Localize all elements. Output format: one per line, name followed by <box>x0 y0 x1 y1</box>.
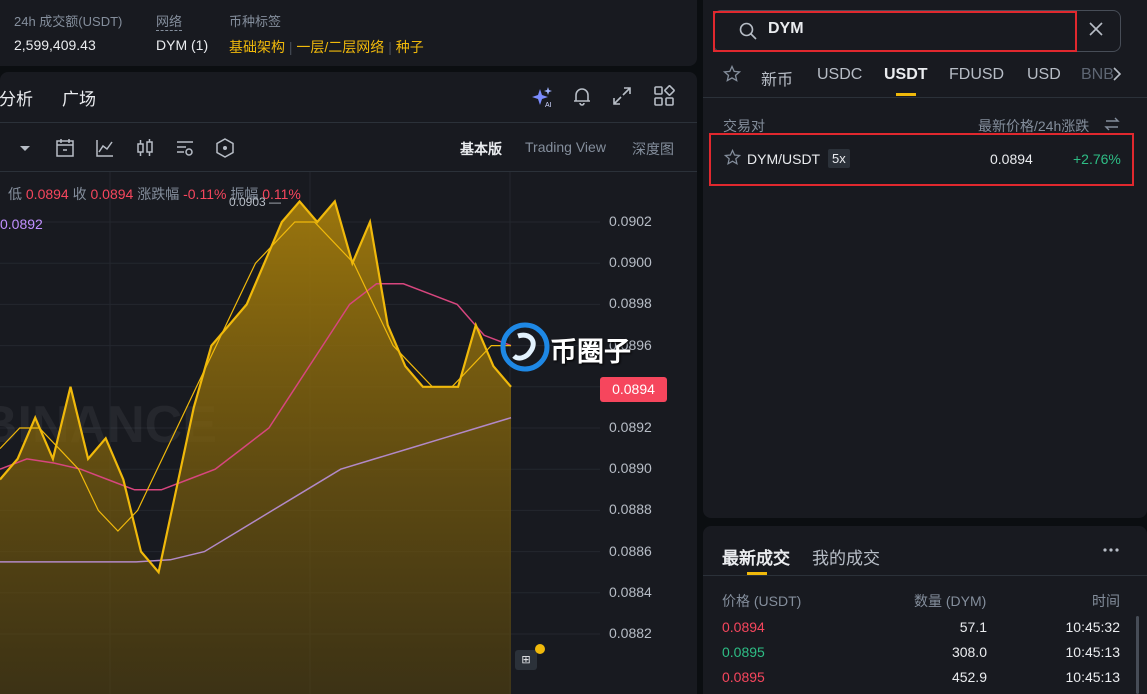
price-axis-tick: 0.0890 <box>609 460 652 477</box>
ai-sparkle-icon[interactable]: AI <box>532 86 554 108</box>
tag-list: 基础架构 | 一层/二层网络 | 种子 <box>229 37 424 57</box>
tab-fdusd[interactable]: FDUSD <box>949 66 1004 84</box>
tab-square[interactable]: 广场 <box>62 85 96 110</box>
candlestick-icon[interactable] <box>134 137 156 159</box>
bqz-logo: 币圈子 <box>500 322 660 372</box>
indicator-line-icon[interactable] <box>94 137 116 159</box>
current-price-tag: 0.0894 <box>600 377 667 402</box>
expand-icon[interactable] <box>612 86 632 106</box>
network-value[interactable]: DYM (1) <box>156 37 208 53</box>
tab-new-listings[interactable]: 新币 <box>761 66 793 90</box>
tag-link[interactable]: 一层/二层网络 <box>296 39 384 55</box>
time-header: 时间 <box>1092 593 1120 609</box>
market-stats-bar: 24h 成交额(USDT) 2,599,409.43 网络 DYM (1) 币种… <box>0 0 697 66</box>
tab-latest-trades[interactable]: 最新成交 <box>722 544 790 569</box>
divider <box>0 122 697 123</box>
low-label: 低 <box>8 186 22 202</box>
tab-usdt[interactable]: USDT <box>884 66 928 84</box>
price-axis-tick: 0.0902 <box>609 213 652 229</box>
price-area-fill <box>0 201 511 694</box>
more-icon[interactable] <box>1102 546 1120 554</box>
volume-label: 24h 成交额(USDT) <box>14 14 123 29</box>
ma-value: 0.0892 <box>0 216 43 232</box>
favorites-star-icon[interactable] <box>723 65 741 83</box>
price-axis-tick: 0.0886 <box>609 542 652 559</box>
trade-time: 10:45:32 <box>1065 619 1121 635</box>
active-tab-indicator <box>896 93 916 96</box>
price-axis-tick: 0.0898 <box>609 295 652 312</box>
low-value: 0.0894 <box>25 186 69 202</box>
close-icon[interactable] <box>1087 20 1105 38</box>
tags-label: 币种标签 <box>229 14 282 29</box>
trade-amount: 57.1 <box>959 619 987 635</box>
trade-price: 0.0894 <box>722 619 765 635</box>
chart-settings-icon[interactable] <box>174 137 196 159</box>
price-axis-tick: 0.0900 <box>609 254 652 271</box>
change-value: -0.11% <box>183 186 227 202</box>
price-header: 价格 (USDT) <box>722 593 802 609</box>
tab-analysis[interactable]: 分析 <box>0 85 33 110</box>
calendar-icon[interactable] <box>54 137 76 159</box>
tag-link[interactable]: 基础架构 <box>229 39 285 55</box>
network-label[interactable]: 网络 <box>156 11 183 31</box>
event-dot <box>535 644 545 654</box>
tab-usd[interactable]: USD <box>1027 66 1061 84</box>
trade-time: 10:45:13 <box>1065 669 1121 685</box>
tab-usdc[interactable]: USDC <box>817 66 862 84</box>
bqz-logo-text: 币圈子 <box>550 337 631 367</box>
price-axis-tick: 0.0884 <box>609 583 652 600</box>
search-query[interactable]: DYM <box>768 20 804 38</box>
price-axis-tick: 0.0892 <box>609 419 652 435</box>
version-tradingview[interactable]: Trading View <box>525 139 606 155</box>
price-chart[interactable]: BINANCE <box>0 172 600 694</box>
layout-grid-icon[interactable] <box>653 85 675 107</box>
pair-highlight-box <box>709 133 1134 186</box>
tag-separator: | <box>288 39 293 55</box>
high-marker: 0.0903 — <box>229 195 282 209</box>
tag-separator: | <box>388 39 392 55</box>
scrollbar[interactable] <box>1136 616 1139 694</box>
pair-search-panel: DYM 新币 USDC USDT FDUSD USD BNB 交易对 最新价格/… <box>703 0 1147 518</box>
event-marker-icon[interactable]: ⊞ <box>515 650 537 670</box>
hexagon-icon[interactable] <box>214 137 236 159</box>
bell-icon[interactable] <box>572 86 592 106</box>
divider <box>703 97 1147 98</box>
tab-my-trades[interactable]: 我的成交 <box>812 544 880 569</box>
trade-time: 10:45:13 <box>1065 644 1121 660</box>
tab-bnb[interactable]: BNB <box>1081 66 1114 84</box>
price-axis-tick: 0.0882 <box>609 625 652 641</box>
swap-arrows-icon[interactable] <box>1104 116 1120 132</box>
trade-amount: 452.9 <box>951 669 987 685</box>
close-value: 0.0894 <box>90 186 134 202</box>
close-label: 收 <box>72 186 87 202</box>
change-label: 涨跌幅 <box>137 186 180 202</box>
chart-panel: 分析 广场 AI 基本版 Trading View 深度图 BINANCE 低 … <box>0 72 697 694</box>
chevron-down-icon[interactable] <box>14 137 36 159</box>
chevron-right-icon[interactable] <box>1111 66 1123 82</box>
amount-header: 数量 (DYM) <box>914 593 987 609</box>
divider <box>703 575 1147 576</box>
version-basic[interactable]: 基本版 <box>460 139 502 159</box>
trades-panel: 最新成交 我的成交 价格 (USDT) 数量 (DYM) 时间 0.0894 57… <box>703 526 1147 694</box>
price-axis-tick: 0.0888 <box>609 501 652 518</box>
tag-link[interactable]: 种子 <box>396 39 424 55</box>
search-icon <box>739 22 757 40</box>
version-depth[interactable]: 深度图 <box>632 139 674 159</box>
trade-amount: 308.0 <box>951 644 987 660</box>
trade-price: 0.0895 <box>722 669 765 685</box>
svg-text:AI: AI <box>545 102 552 108</box>
trade-price: 0.0895 <box>722 644 765 660</box>
volume-value: 2,599,409.43 <box>14 37 96 53</box>
bqz-logo-icon <box>500 322 550 372</box>
